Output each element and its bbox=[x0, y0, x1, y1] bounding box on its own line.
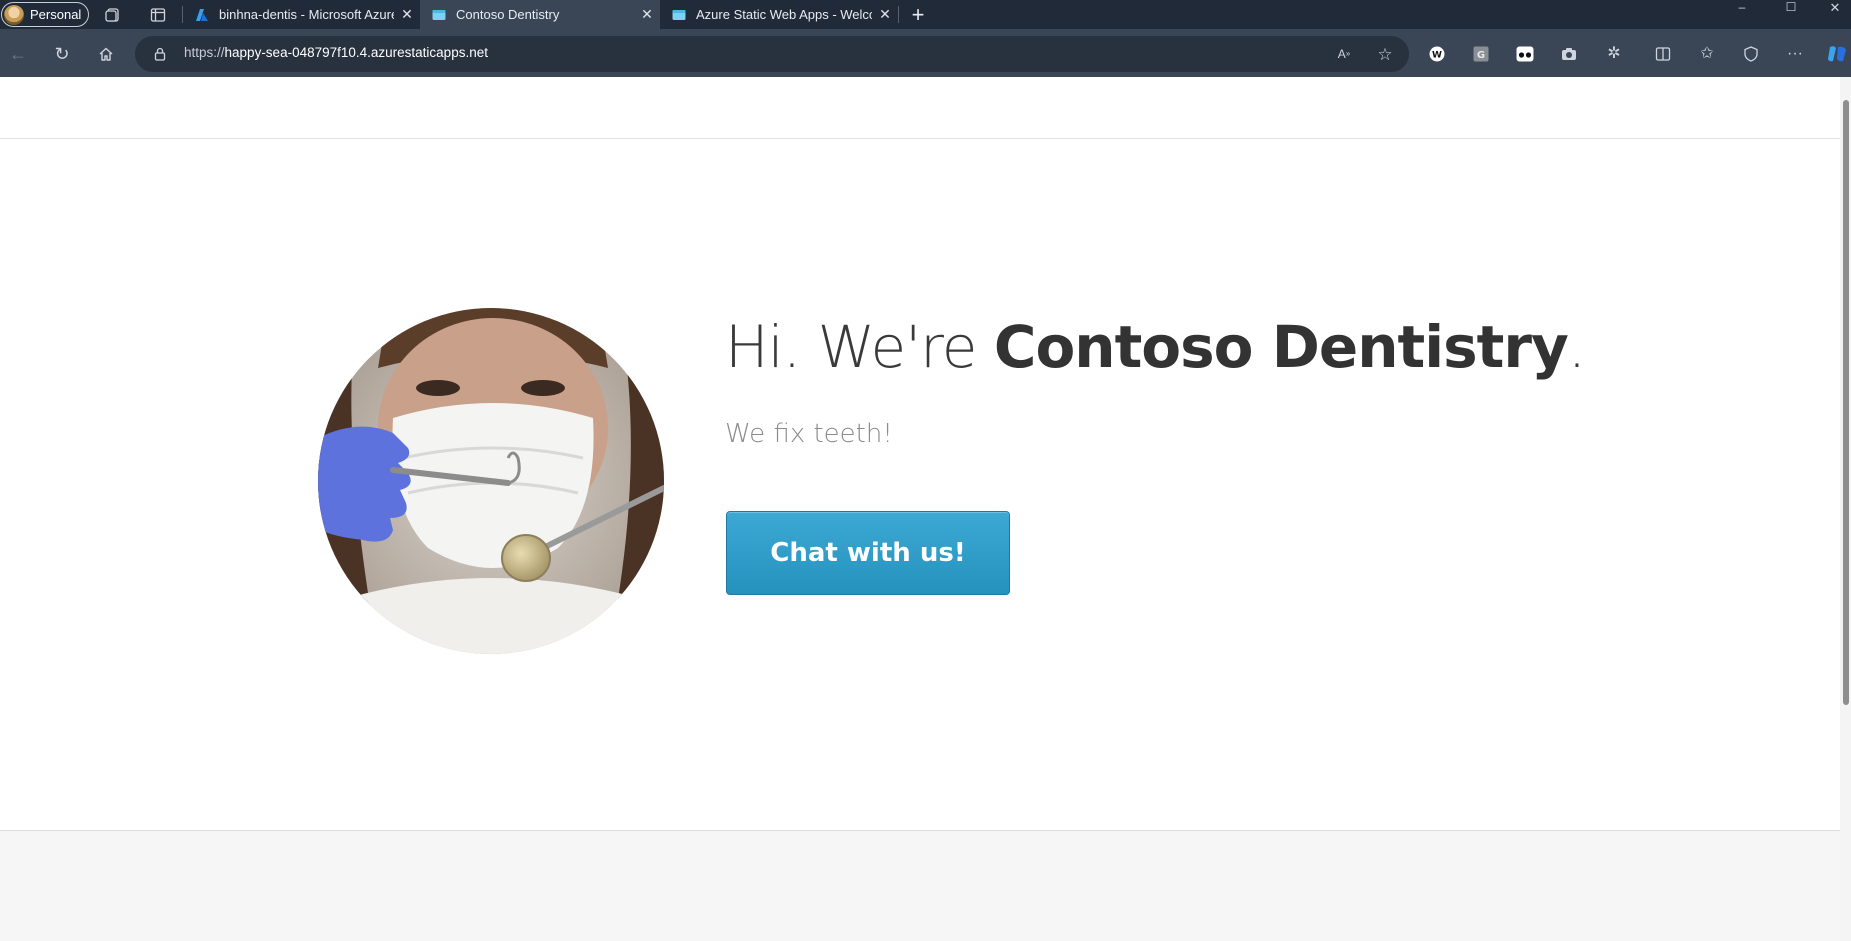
refresh-icon[interactable]: ↻ bbox=[52, 44, 72, 64]
close-tab-icon[interactable]: ✕ bbox=[634, 6, 660, 23]
copilot-icon[interactable] bbox=[1826, 44, 1848, 64]
close-tab-icon[interactable]: ✕ bbox=[394, 6, 420, 23]
extensions-puzzle-icon[interactable]: ✲ bbox=[1604, 44, 1624, 64]
vertical-tabs-icon[interactable] bbox=[149, 6, 167, 24]
tagline: We fix teeth! bbox=[725, 419, 893, 449]
url-prefix: https:// bbox=[184, 45, 225, 60]
site-header bbox=[0, 77, 1840, 139]
new-tab-button[interactable]: + bbox=[906, 3, 930, 27]
extension-glasses-icon[interactable] bbox=[1515, 44, 1535, 64]
tab-contoso-dentistry[interactable]: Contoso Dentistry ✕ bbox=[420, 0, 660, 29]
extension-g-icon[interactable]: G bbox=[1471, 44, 1491, 64]
hero-section bbox=[0, 140, 1840, 830]
read-aloud-icon[interactable]: A» bbox=[1334, 45, 1354, 63]
page-icon bbox=[432, 9, 446, 20]
tab-title: Contoso Dentistry bbox=[456, 7, 560, 22]
close-window-icon[interactable]: ✕ bbox=[1826, 0, 1844, 14]
tab-separator bbox=[898, 6, 899, 23]
url-text[interactable]: https://happy-sea-048797f10.4.azurestati… bbox=[184, 45, 488, 60]
page-headline: Hi. We're Contoso Dentistry. bbox=[725, 313, 1586, 381]
scrollbar-thumb[interactable] bbox=[1843, 100, 1849, 705]
svg-text:W: W bbox=[1432, 51, 1442, 61]
web-page: Hi. We're Contoso Dentistry. We fix teet… bbox=[0, 77, 1840, 941]
screenshot-camera-icon[interactable] bbox=[1559, 44, 1579, 64]
home-icon[interactable] bbox=[96, 44, 116, 64]
chat-with-us-button[interactable]: Chat with us! bbox=[726, 511, 1010, 595]
page-icon bbox=[672, 9, 686, 20]
back-icon[interactable]: ← bbox=[8, 44, 28, 64]
tab-title: binhna-dentis - Microsoft Azure bbox=[219, 7, 394, 22]
brand-name: Contoso Dentistry bbox=[993, 313, 1569, 381]
tab-azure[interactable]: binhna-dentis - Microsoft Azure ✕ bbox=[183, 0, 420, 29]
minimize-icon[interactable]: – bbox=[1733, 0, 1751, 14]
close-tab-icon[interactable]: ✕ bbox=[872, 6, 898, 23]
profile-avatar bbox=[4, 5, 24, 25]
profile-button[interactable]: Personal bbox=[1, 2, 89, 27]
azure-icon bbox=[196, 8, 208, 21]
svg-text:G: G bbox=[1477, 50, 1485, 61]
favorite-star-icon[interactable]: ☆ bbox=[1375, 44, 1395, 64]
workspaces-icon[interactable] bbox=[104, 6, 122, 24]
split-screen-icon[interactable] bbox=[1653, 44, 1673, 64]
browser-essentials-icon[interactable] bbox=[1741, 44, 1761, 64]
footer-section bbox=[0, 830, 1840, 941]
tab-static-web-apps[interactable]: Azure Static Web Apps - Welcome ✕ bbox=[660, 0, 898, 29]
lock-icon[interactable] bbox=[152, 45, 168, 63]
headline-prefix: Hi. We're bbox=[725, 313, 994, 381]
headline-suffix: . bbox=[1567, 313, 1586, 381]
tab-title: Azure Static Web Apps - Welcome bbox=[696, 7, 872, 22]
maximize-icon[interactable]: ☐ bbox=[1782, 0, 1800, 14]
extension-w-icon[interactable]: W bbox=[1427, 44, 1447, 64]
dentist-photo bbox=[318, 308, 664, 654]
more-options-icon[interactable]: ··· bbox=[1785, 44, 1805, 64]
url-host: happy-sea-048797f10.4.azurestaticapps.ne… bbox=[224, 45, 488, 60]
profile-label: Personal bbox=[30, 7, 82, 22]
favorites-icon[interactable]: ✩ bbox=[1697, 44, 1717, 64]
